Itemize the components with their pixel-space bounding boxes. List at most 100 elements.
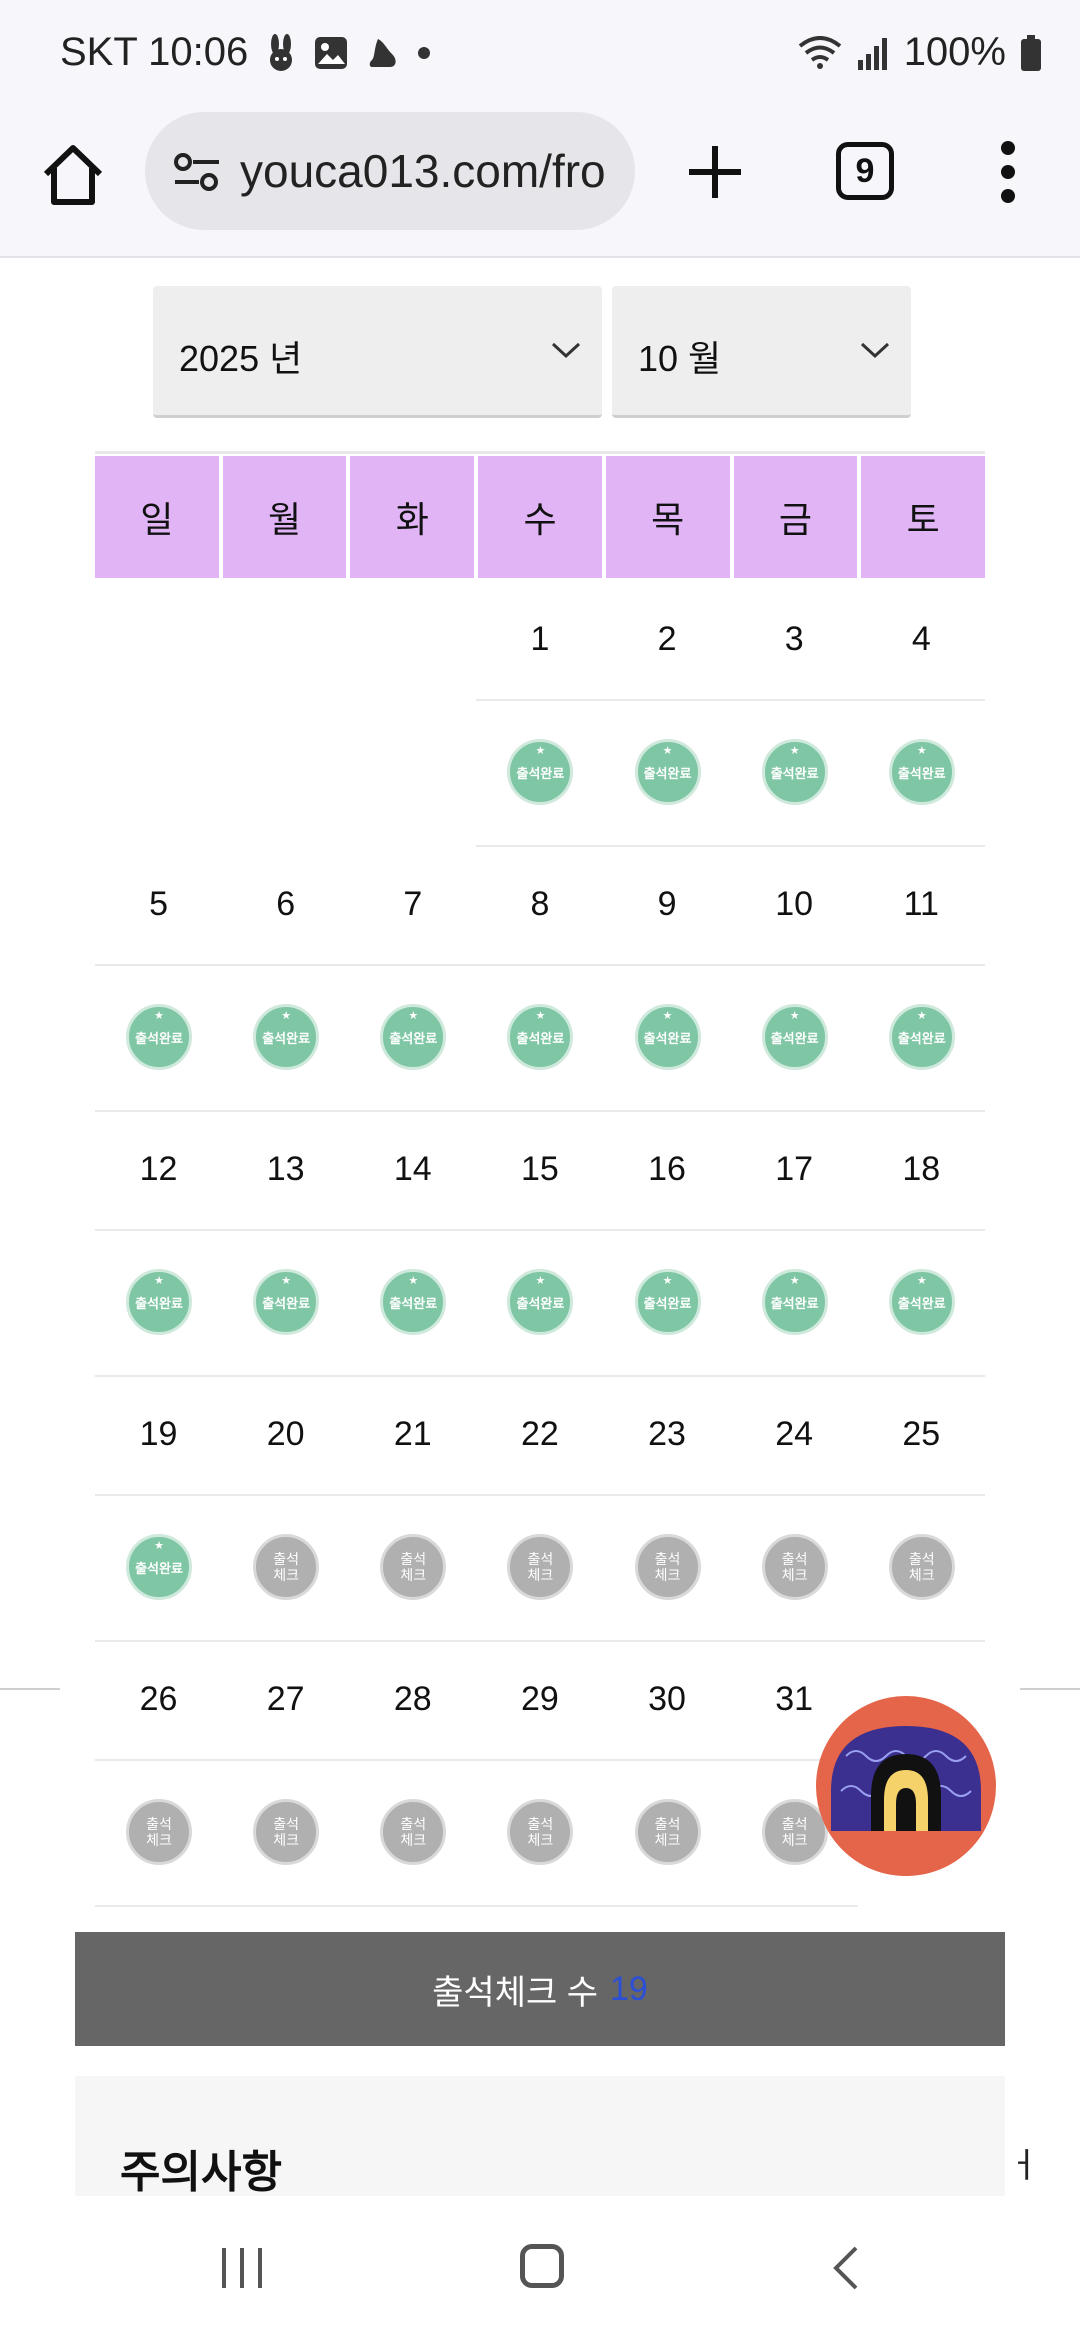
attendance-check-stamp[interactable]: 출석 체크 bbox=[380, 1799, 447, 1865]
calendar-day: 16 bbox=[603, 1112, 731, 1231]
day-number: 19 bbox=[139, 1415, 178, 1453]
carrier-time: SKT 10:06 bbox=[60, 30, 249, 74]
stamp-done-label: 출석완료 bbox=[643, 1296, 692, 1311]
stamp-row: ★ 출석완료 ★ 출석완료 ★ 출석완료 ★ 출석완료 ★ 출석완료 ★ 출석완료 ★ 출석완료 bbox=[95, 968, 985, 1112]
day-number: 5 bbox=[149, 885, 169, 923]
stamp-cell: ★ 출석완료 bbox=[730, 968, 858, 1112]
stamp-cell: ★ 출석완료 bbox=[730, 703, 858, 847]
stamp-cell bbox=[95, 703, 222, 845]
floating-logo-button[interactable] bbox=[816, 1696, 996, 1876]
star-icon: ★ bbox=[535, 1010, 546, 1022]
date-row: 5 6 7 8 9 10 11 bbox=[95, 847, 985, 966]
stamp-todo-label: 출석 체크 bbox=[908, 1551, 935, 1583]
url-bar[interactable]: youca013.com/fro bbox=[145, 112, 635, 230]
star-icon: ★ bbox=[662, 1010, 673, 1022]
day-number: 2 bbox=[657, 620, 677, 658]
attendance-check-stamp[interactable]: 출석 체크 bbox=[253, 1534, 320, 1600]
star-icon: ★ bbox=[916, 1275, 927, 1287]
stamp-done-label: 출석완료 bbox=[135, 1031, 183, 1046]
divider bbox=[1020, 1688, 1080, 1690]
attendance-check-stamp[interactable]: 출석 체크 bbox=[507, 1534, 574, 1600]
tune-icon[interactable] bbox=[169, 144, 225, 200]
day-number: 13 bbox=[266, 1150, 305, 1188]
recent-apps-icon[interactable] bbox=[218, 2246, 266, 2290]
star-icon: ★ bbox=[789, 1275, 800, 1287]
weekday-sun: 일 bbox=[95, 456, 219, 578]
calendar-day: 4 bbox=[857, 582, 985, 701]
star-icon: ★ bbox=[154, 1275, 164, 1287]
stamp-cell: 출석 체크 bbox=[476, 1498, 604, 1642]
calendar-day: 29 bbox=[476, 1642, 604, 1761]
stamp-cell: 출석 체크 bbox=[603, 1763, 731, 1907]
day-number: 28 bbox=[393, 1680, 432, 1718]
attendance-check-stamp[interactable]: 출석 체크 bbox=[761, 1534, 828, 1600]
attendance-check-stamp[interactable]: 출석 체크 bbox=[888, 1534, 955, 1600]
stamp-cell: ★ 출석완료 bbox=[857, 703, 985, 847]
stamp-done-label: 출석완료 bbox=[262, 1296, 311, 1311]
plus-icon[interactable] bbox=[685, 142, 745, 202]
year-select-value: 2025 년 bbox=[179, 338, 303, 379]
calendar-day: 3 bbox=[730, 582, 858, 701]
stamp-cell: 출석 체크 bbox=[222, 1498, 350, 1642]
stamp-done-label: 출석완료 bbox=[516, 766, 565, 781]
day-number: 30 bbox=[648, 1680, 686, 1718]
stamp-done-label: 출석완료 bbox=[135, 1296, 183, 1311]
attendance-done-stamp: ★ 출석완료 bbox=[761, 1269, 828, 1335]
shoe-icon bbox=[370, 38, 396, 67]
star-icon: ★ bbox=[281, 1275, 292, 1287]
calendar-day: 19 bbox=[95, 1377, 223, 1496]
stamp-todo-label: 출석 체크 bbox=[654, 1551, 681, 1583]
home-icon[interactable] bbox=[38, 140, 108, 210]
attendance-check-stamp[interactable]: 출석 체크 bbox=[253, 1799, 320, 1865]
stamp-done-label: 출석완료 bbox=[389, 1296, 438, 1311]
attendance-done-stamp: ★ 출석완료 bbox=[888, 1269, 955, 1335]
more-icon[interactable] bbox=[998, 140, 1018, 204]
back-icon[interactable] bbox=[830, 2244, 860, 2292]
date-row: 12 13 14 15 16 17 18 bbox=[95, 1112, 985, 1231]
day-number: 24 bbox=[775, 1415, 814, 1453]
stamp-cell bbox=[222, 703, 349, 845]
star-icon: ★ bbox=[281, 1010, 292, 1022]
stamp-todo-label: 출석 체크 bbox=[527, 1551, 554, 1583]
star-icon: ★ bbox=[789, 745, 800, 757]
star-icon: ★ bbox=[535, 745, 546, 757]
day-number: 22 bbox=[521, 1415, 559, 1453]
attendance-done-stamp: ★ 출석완료 bbox=[126, 1269, 192, 1335]
attendance-check-stamp[interactable]: 출석 체크 bbox=[634, 1534, 701, 1600]
stamp-done-label: 출석완료 bbox=[389, 1031, 438, 1046]
stamp-todo-label: 출석 체크 bbox=[400, 1551, 427, 1583]
stamp-done-label: 출석완료 bbox=[897, 1031, 946, 1046]
day-number: 1 bbox=[530, 620, 550, 658]
stamp-cell: 출석 체크 bbox=[476, 1763, 604, 1907]
stamp-cell: ★ 출석완료 bbox=[95, 968, 223, 1112]
stamp-todo-label: 출석 체크 bbox=[781, 1816, 808, 1848]
calendar-day: 15 bbox=[476, 1112, 604, 1231]
attendance-check-stamp[interactable]: 출석 체크 bbox=[380, 1534, 447, 1600]
day-number: 20 bbox=[266, 1415, 305, 1453]
attendance-check-stamp[interactable]: 출석 체크 bbox=[126, 1799, 192, 1865]
attendance-done-stamp: ★ 출석완료 bbox=[634, 1004, 701, 1070]
star-icon: ★ bbox=[662, 745, 673, 757]
year-select[interactable]: 2025 년 bbox=[153, 286, 602, 418]
notice-section: 주의사항 bbox=[75, 2076, 1005, 2197]
stamp-done-label: 출석완료 bbox=[770, 766, 819, 781]
day-number: 16 bbox=[648, 1150, 686, 1188]
stamp-todo-label: 출석 체크 bbox=[273, 1551, 299, 1583]
day-number: 8 bbox=[530, 885, 550, 923]
calendar-empty-cell bbox=[222, 582, 349, 699]
attendance-check-stamp[interactable]: 출석 체크 bbox=[634, 1799, 701, 1865]
month-select-value: 10 월 bbox=[638, 338, 722, 379]
url-text[interactable]: youca013.com/fro bbox=[240, 144, 606, 198]
day-number: 9 bbox=[657, 885, 677, 923]
month-select[interactable]: 10 월 bbox=[612, 286, 911, 418]
home-nav-icon[interactable] bbox=[520, 2244, 564, 2288]
attendance-done-stamp: ★ 출석완료 bbox=[888, 739, 955, 805]
attendance-check-stamp[interactable]: 출석 체크 bbox=[507, 1799, 574, 1865]
stamp-done-label: 출석완료 bbox=[770, 1296, 819, 1311]
weekday-header: 일 월 화 수 목 금 토 bbox=[95, 456, 986, 578]
attendance-check-stamp[interactable]: 출석 체크 bbox=[761, 1799, 828, 1865]
attendance-done-stamp: ★ 출석완료 bbox=[126, 1004, 192, 1070]
tabs-button[interactable]: 9 bbox=[836, 142, 894, 200]
attendance-done-stamp: ★ 출석완료 bbox=[380, 1269, 447, 1335]
calendar-day: 24 bbox=[730, 1377, 858, 1496]
